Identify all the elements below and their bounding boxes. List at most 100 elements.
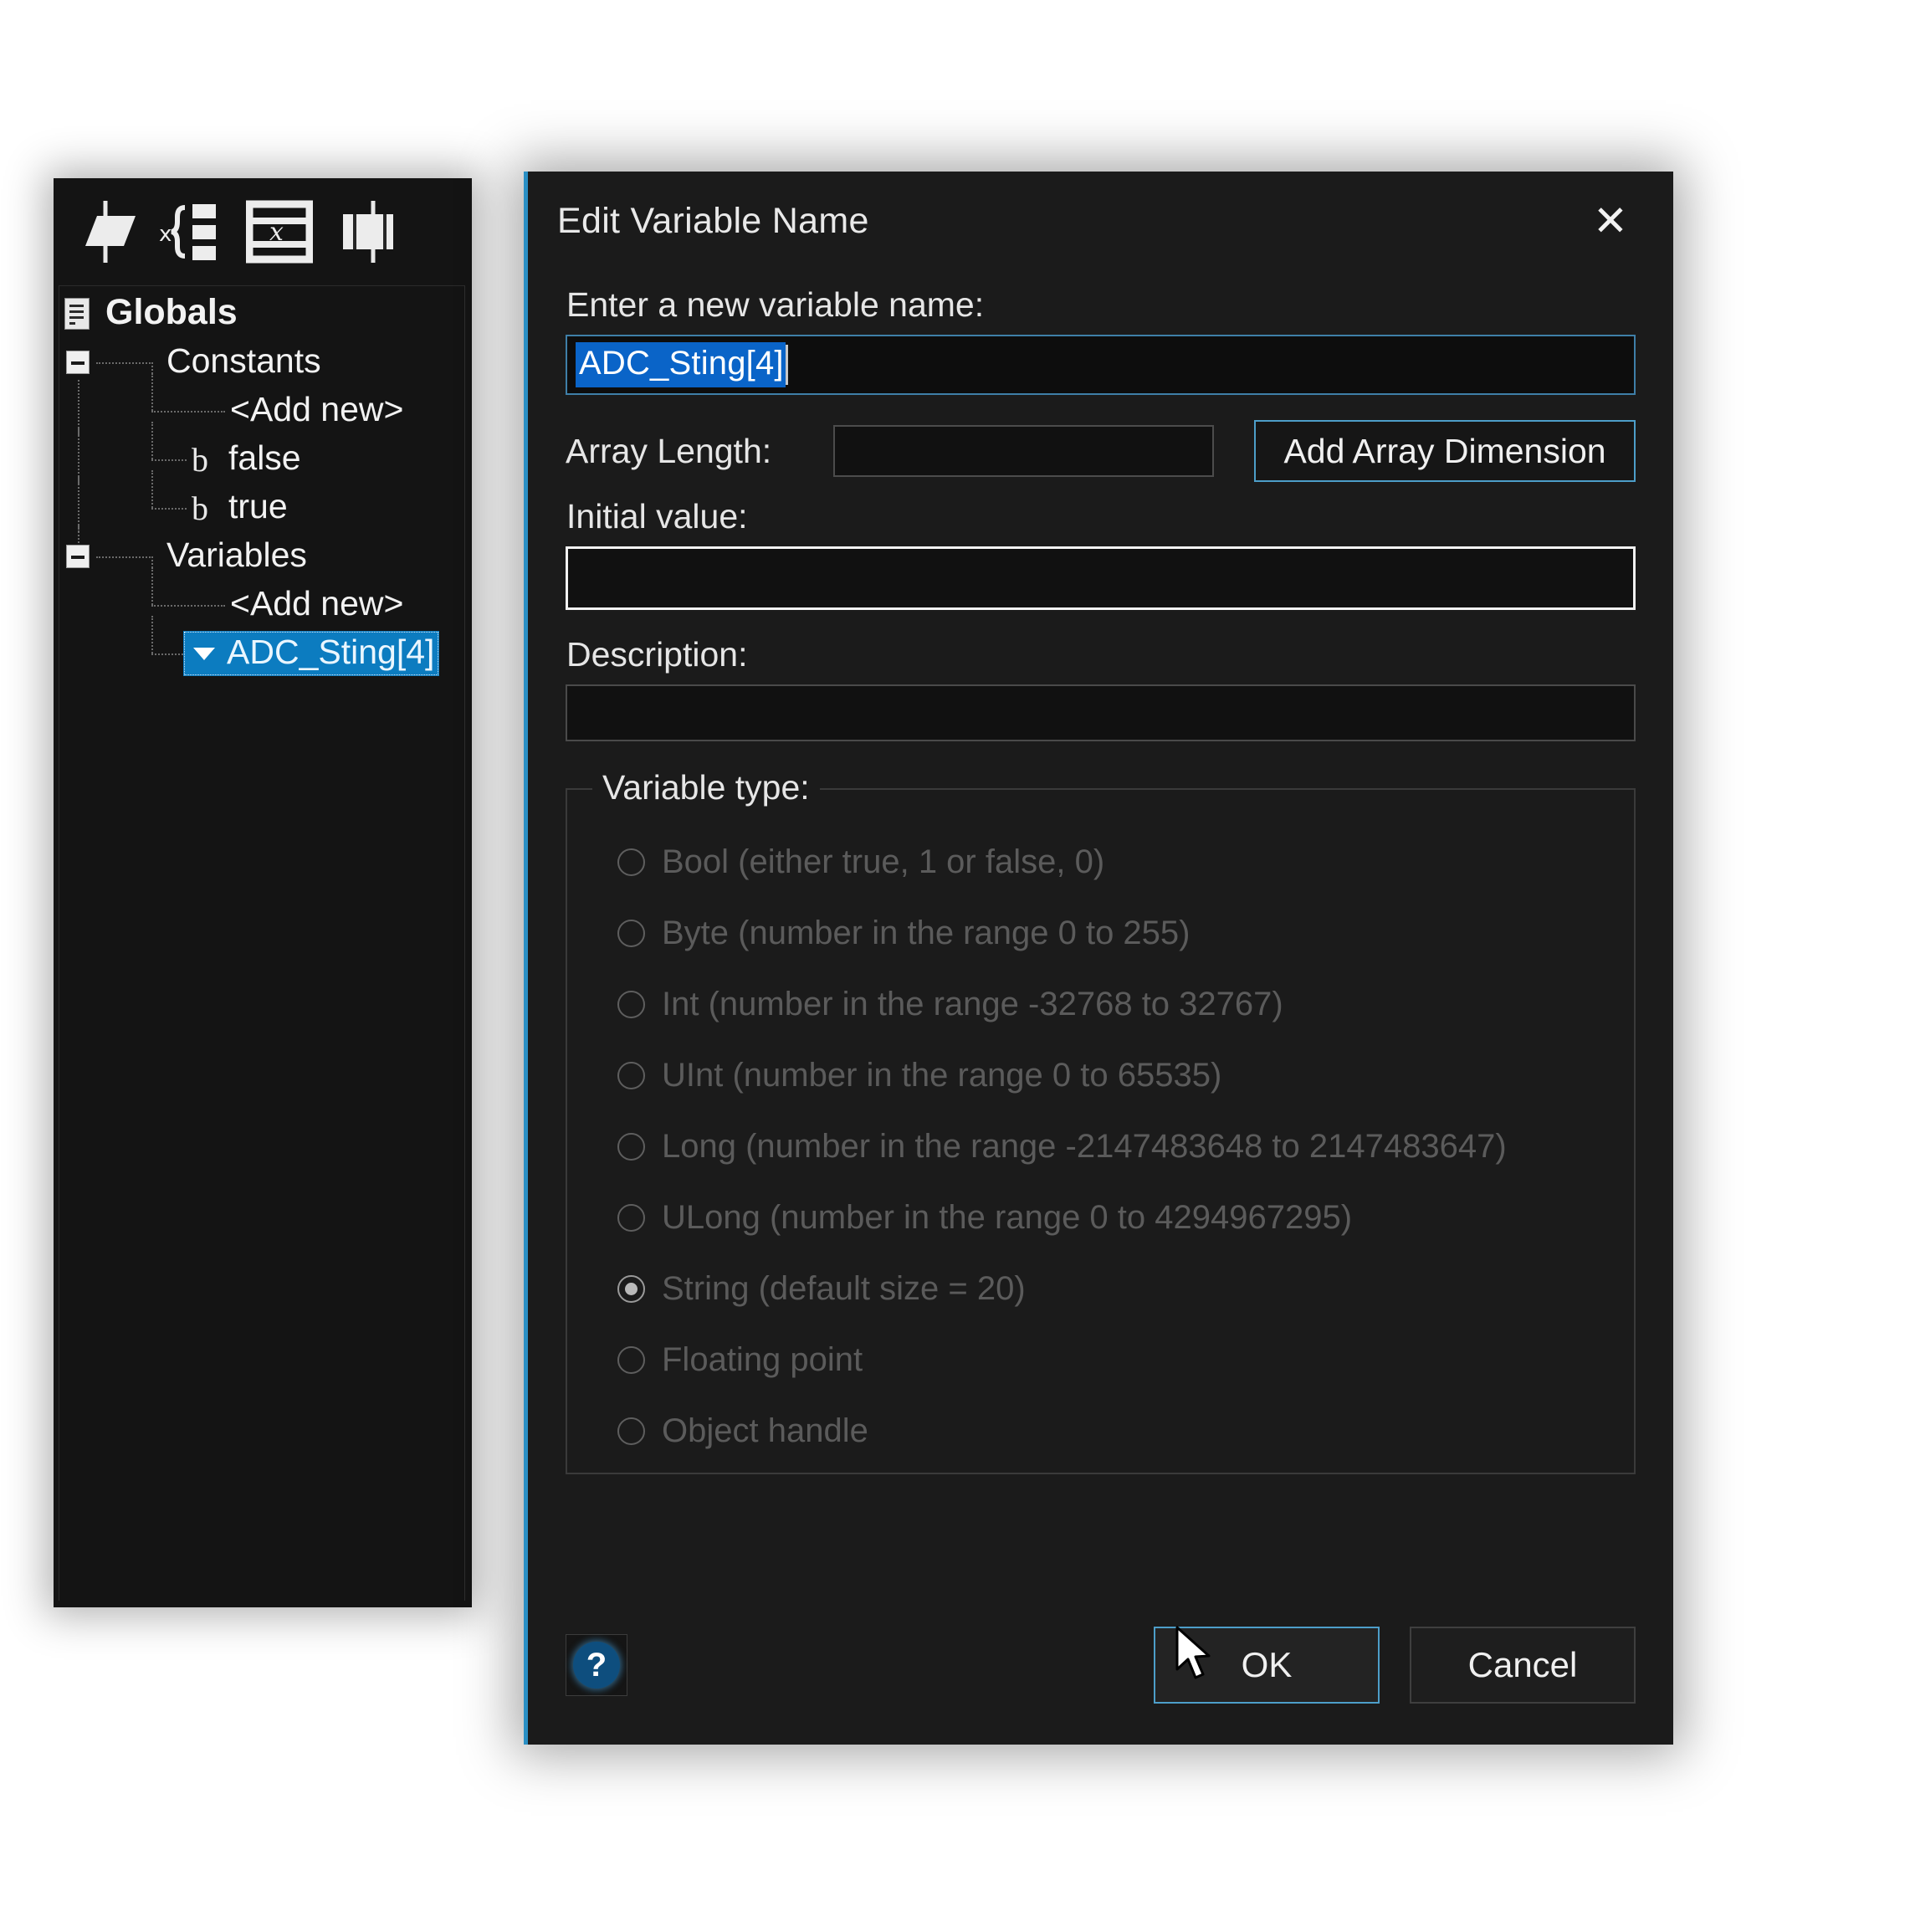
tree-connector [151, 653, 183, 655]
tree-connector [151, 556, 153, 568]
help-question-mark: ? [573, 1642, 620, 1689]
description-label: Description: [566, 635, 748, 674]
tree-connector [78, 428, 79, 484]
new-flowchart-icon[interactable] [72, 199, 139, 264]
dialog-title: Edit Variable Name [557, 200, 869, 241]
radio-string[interactable]: String (default size = 20) [567, 1253, 1634, 1325]
tree-item-false[interactable]: b false [59, 422, 464, 484]
tree-connector [151, 508, 187, 510]
tree-item-adc-sting[interactable]: ADC_Sting[4] [59, 616, 464, 678]
radio-icon[interactable] [617, 1346, 645, 1374]
radio-ulong[interactable]: ULong (number in the range 0 to 42949672… [567, 1182, 1634, 1253]
collapse-minus-icon[interactable] [66, 545, 90, 568]
tree-connector [151, 470, 153, 508]
tree-connector [151, 616, 153, 653]
edit-variable-name-dialog: Edit Variable Name ✕ Enter a new variabl… [524, 172, 1673, 1745]
radio-label: Bool (either true, 1 or false, 0) [662, 843, 1105, 880]
array-length-row: Array Length: Add Array Dimension [566, 420, 1636, 482]
variables-tree[interactable]: Globals Constants <Add new> b false b tr… [59, 285, 465, 1601]
tree-connector [151, 567, 153, 605]
tree-connector [151, 411, 225, 413]
array-length-input[interactable] [833, 425, 1214, 477]
radio-label: Int (number in the range -32768 to 32767… [662, 986, 1283, 1022]
add-array-dimension-button[interactable]: Add Array Dimension [1254, 420, 1636, 482]
radio-long[interactable]: Long (number in the range -2147483648 to… [567, 1111, 1634, 1182]
expression-table-icon[interactable]: x [245, 199, 314, 264]
tree-connector [78, 477, 79, 532]
radio-label: Long (number in the range -2147483648 to… [662, 1128, 1507, 1165]
radio-int[interactable]: Int (number in the range -32768 to 32767… [567, 969, 1634, 1040]
radio-icon[interactable] [617, 991, 645, 1018]
tree-connector [96, 556, 153, 558]
svg-text:x: x [159, 222, 172, 247]
tree-connector [151, 605, 225, 607]
variables-braces-icon[interactable]: x [159, 199, 226, 264]
variable-name-input[interactable]: ADC_Sting[4] [566, 335, 1636, 395]
radio-label: Byte (number in the range 0 to 255) [662, 915, 1191, 951]
radio-icon[interactable] [617, 1204, 645, 1232]
radio-label: Floating point [662, 1341, 863, 1378]
component-panel-icon[interactable] [333, 199, 400, 264]
tree-connector [151, 373, 153, 411]
help-icon[interactable]: ? [566, 1634, 627, 1696]
tree-item-label: Variables [166, 535, 307, 574]
tree-connector [151, 422, 153, 459]
variable-name-label: Enter a new variable name: [566, 285, 985, 324]
radio-icon-selected[interactable] [617, 1275, 645, 1303]
radio-icon[interactable] [617, 848, 645, 876]
tree-item-selected[interactable]: ADC_Sting[4] [183, 631, 440, 676]
tree-item-globals[interactable]: Globals [59, 290, 464, 338]
tree-item-variables-add-new[interactable]: <Add new> [59, 567, 464, 629]
tree-item-label: false [228, 438, 301, 477]
tree-item-label: Constants [166, 341, 321, 380]
text-caret [785, 345, 788, 385]
array-length-label: Array Length: [566, 431, 772, 470]
radio-icon[interactable] [617, 1062, 645, 1089]
bool-b-glyph: b [192, 489, 208, 527]
variable-type-group: Variable type: Bool (either true, 1 or f… [566, 768, 1636, 1474]
tree-item-label: <Add new> [230, 389, 404, 428]
tree-item-constants-add-new[interactable]: <Add new> [59, 373, 464, 435]
close-icon[interactable]: ✕ [1583, 193, 1638, 249]
dialog-footer: ? OK Cancel [528, 1586, 1673, 1745]
tree-connector [151, 459, 187, 461]
radio-icon[interactable] [617, 1133, 645, 1161]
dialog-titlebar: Edit Variable Name ✕ [528, 172, 1673, 270]
radio-label: ULong (number in the range 0 to 42949672… [662, 1199, 1353, 1236]
document-icon [64, 298, 90, 330]
radio-label: String (default size = 20) [662, 1270, 1026, 1307]
variable-type-legend: Variable type: [592, 768, 820, 807]
bool-b-glyph: b [192, 440, 208, 479]
description-input[interactable] [566, 684, 1636, 741]
tree-item-constants[interactable]: Constants [59, 338, 464, 387]
radio-icon[interactable] [617, 920, 645, 947]
tree-connector [96, 362, 153, 364]
ok-button[interactable]: OK [1154, 1627, 1380, 1704]
initial-value-label: Initial value: [566, 497, 748, 536]
tree-item-variables[interactable]: Variables [59, 525, 464, 581]
radio-object-handle[interactable]: Object handle [567, 1396, 1634, 1467]
array-dropdown-icon[interactable] [187, 635, 222, 672]
tree-item-label: Globals [105, 291, 238, 332]
svg-text:x: x [269, 218, 284, 247]
radio-label: UInt (number in the range 0 to 65535) [662, 1057, 1222, 1094]
tree-connector [78, 380, 79, 435]
variables-tree-panel: x x Globals Constants <Add new> b false … [54, 178, 472, 1607]
dialog-body: Enter a new variable name: ADC_Sting[4] … [528, 285, 1673, 1474]
tree-item-label: <Add new> [230, 583, 404, 623]
radio-uint[interactable]: UInt (number in the range 0 to 65535) [567, 1040, 1634, 1111]
radio-floating-point[interactable]: Floating point [567, 1325, 1634, 1396]
initial-value-input[interactable] [566, 546, 1636, 610]
tree-item-label: ADC_Sting[4] [227, 632, 435, 671]
tree-connector [151, 362, 153, 374]
tree-toolbar: x x [54, 178, 472, 285]
cancel-button[interactable]: Cancel [1410, 1627, 1636, 1704]
radio-icon[interactable] [617, 1417, 645, 1445]
tree-item-true[interactable]: b true [59, 470, 464, 532]
variable-name-value: ADC_Sting[4] [576, 342, 786, 387]
tree-item-label: true [228, 486, 288, 525]
radio-bool[interactable]: Bool (either true, 1 or false, 0) [567, 827, 1634, 898]
radio-byte[interactable]: Byte (number in the range 0 to 255) [567, 898, 1634, 969]
radio-label: Object handle [662, 1412, 868, 1449]
collapse-minus-icon[interactable] [66, 351, 90, 374]
